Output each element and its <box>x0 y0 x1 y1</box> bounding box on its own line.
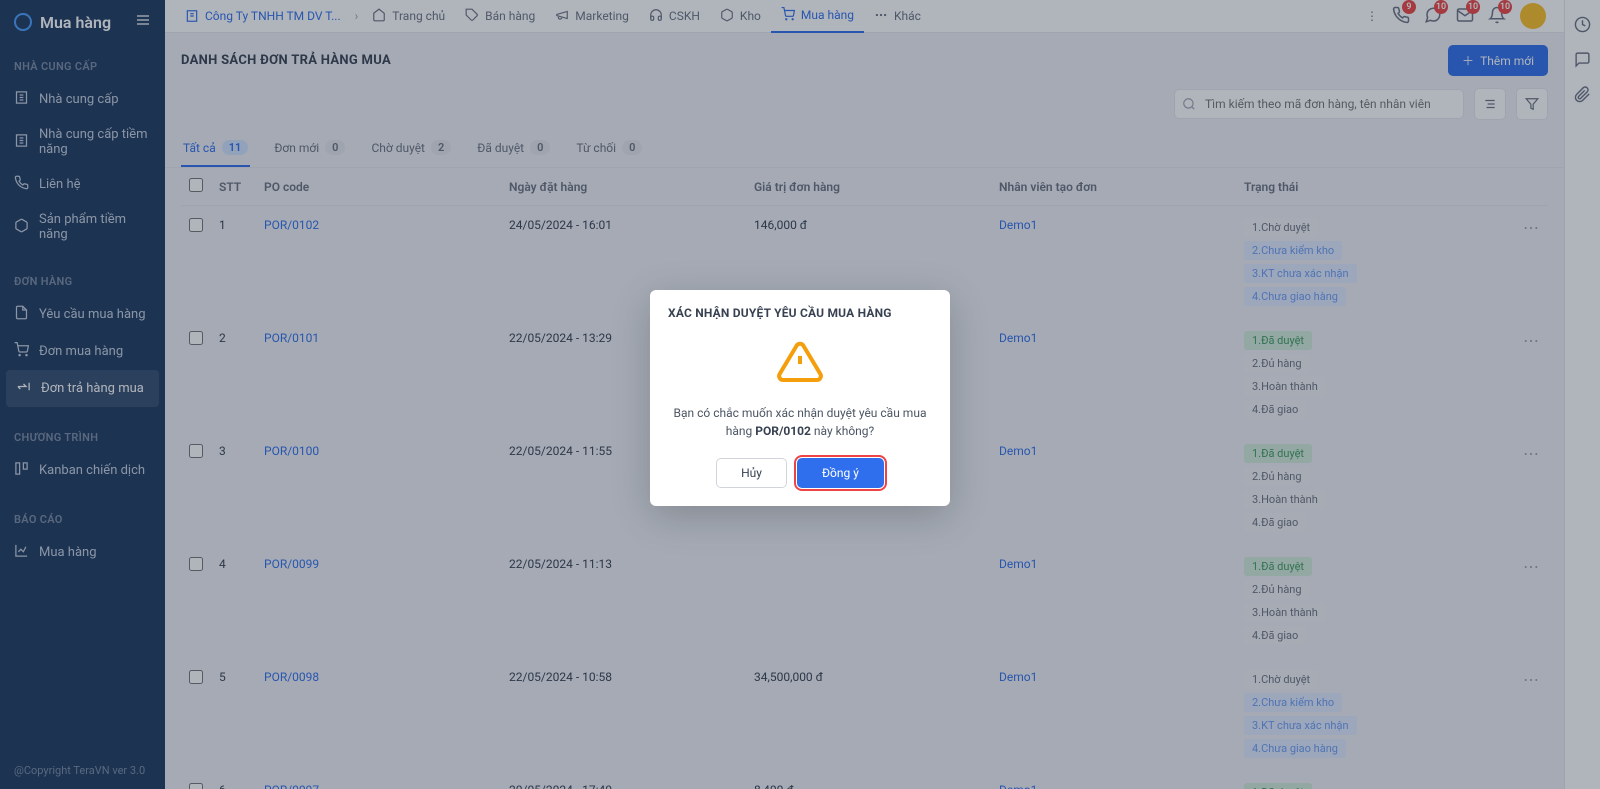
warning-icon <box>776 338 824 386</box>
modal-text-bold: POR/0102 <box>755 424 811 438</box>
confirm-modal: XÁC NHẬN DUYỆT YÊU CẦU MUA HÀNG Bạn có c… <box>650 290 950 506</box>
modal-body: Bạn có chắc muốn xác nhận duyệt yêu cầu … <box>650 332 950 454</box>
modal-text: Bạn có chắc muốn xác nhận duyệt yêu cầu … <box>668 404 932 440</box>
modal-overlay[interactable]: XÁC NHẬN DUYỆT YÊU CẦU MUA HÀNG Bạn có c… <box>0 0 1600 789</box>
confirm-button[interactable]: Đồng ý <box>797 458 884 488</box>
modal-text-after: này không? <box>811 424 874 438</box>
modal-title: XÁC NHẬN DUYỆT YÊU CẦU MUA HÀNG <box>650 290 950 332</box>
modal-footer: Hủy Đồng ý <box>650 454 950 506</box>
cancel-button[interactable]: Hủy <box>716 458 787 488</box>
